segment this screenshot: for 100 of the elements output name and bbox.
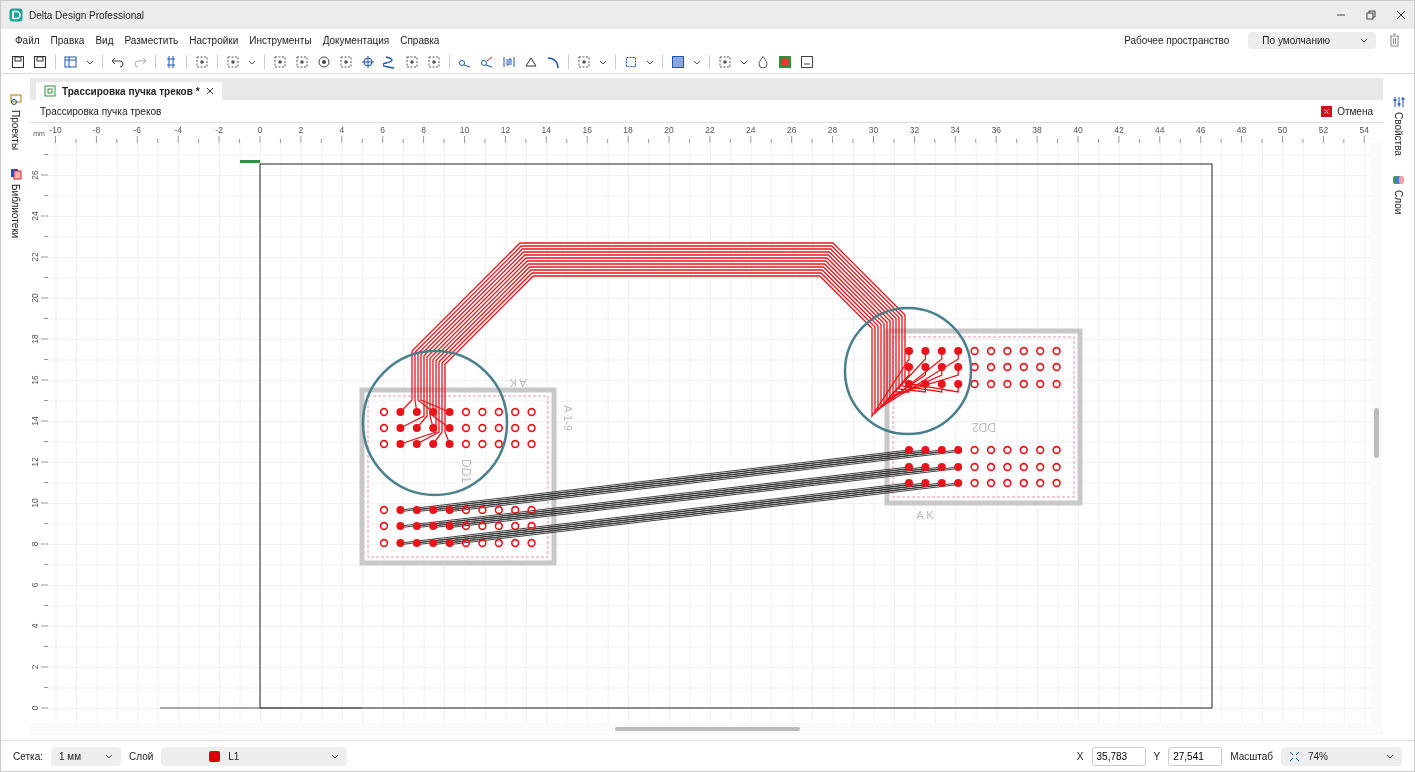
ruler-label: 2 xyxy=(30,664,41,670)
frame-tool-icon[interactable] xyxy=(624,55,638,69)
origin-marker xyxy=(240,160,261,163)
app-logo-icon xyxy=(9,8,23,22)
twist-tool-icon[interactable] xyxy=(383,55,397,69)
ruler-label: -10 xyxy=(49,125,62,135)
layer-color-swatch xyxy=(209,750,221,762)
menu-item[interactable]: Правка xyxy=(50,34,85,46)
y-label: Y xyxy=(1153,750,1161,762)
schematic-icon xyxy=(44,85,57,97)
chevron-down-icon xyxy=(1386,753,1394,759)
ruler-label: 48 xyxy=(1236,125,1247,135)
arc-tool-icon[interactable] xyxy=(546,55,560,69)
ruler-label: 38 xyxy=(1032,125,1042,135)
menu-item[interactable]: Разместить xyxy=(124,34,179,46)
zoom-dropdown[interactable]: 74% xyxy=(1281,746,1402,766)
bus-tool-icon[interactable] xyxy=(164,55,178,69)
caret-icon[interactable] xyxy=(693,59,701,65)
ruler-label: 2 xyxy=(298,125,304,135)
menu-item[interactable]: Настройки xyxy=(189,34,239,46)
caret-icon[interactable] xyxy=(599,59,607,65)
menu-item[interactable]: Документация xyxy=(322,34,390,46)
ruler-label: 0 xyxy=(257,125,263,135)
drop-tool-icon[interactable] xyxy=(756,55,770,69)
close-icon[interactable] xyxy=(205,87,214,95)
ruler-label: 28 xyxy=(827,125,838,135)
ruler-label: 22 xyxy=(30,252,41,262)
sidebar-tab[interactable]: Слои xyxy=(1392,173,1405,215)
delta-tool-icon[interactable] xyxy=(524,55,538,69)
component-label: A K xyxy=(509,377,527,389)
ruler-label: 16 xyxy=(30,375,41,385)
note-tool-icon[interactable] xyxy=(800,55,814,69)
horizontal-scrollbar[interactable] xyxy=(30,723,1384,735)
ruler-label: 12 xyxy=(30,457,41,467)
menu-item[interactable]: Вид xyxy=(95,34,114,46)
ruler-label: 8 xyxy=(421,125,426,135)
vertical-scrollbar[interactable] xyxy=(1371,143,1384,723)
component-label: A K xyxy=(916,509,934,521)
workspace-label: Рабочее пространство xyxy=(1124,34,1230,46)
document-tab[interactable]: Трассировка пучка треков * xyxy=(36,82,222,100)
x-label: X xyxy=(1076,750,1084,762)
caret-icon[interactable] xyxy=(86,59,94,65)
ruler-label: 54 xyxy=(1359,125,1370,135)
ruler-label: -4 xyxy=(174,125,182,135)
sidebar-tab[interactable]: Библиотеки xyxy=(9,168,22,239)
ruler-label: 46 xyxy=(1196,125,1206,135)
caret-icon[interactable] xyxy=(248,59,256,65)
ruler-label: 22 xyxy=(705,125,715,135)
undo-tool-icon[interactable] xyxy=(111,55,125,69)
component-designator: DD2 xyxy=(972,420,997,434)
cancel-button[interactable]: Отмена xyxy=(1321,105,1374,117)
board-tool-icon[interactable] xyxy=(778,55,792,69)
ruler-label: 4 xyxy=(30,623,41,629)
grid-label: Сетка: xyxy=(13,750,43,762)
fit-icon xyxy=(1289,750,1300,762)
ruler-label: 4 xyxy=(339,125,345,135)
hatch-tool-icon[interactable] xyxy=(671,55,685,69)
ruler-label: 34 xyxy=(950,125,961,135)
caret-icon[interactable] xyxy=(646,59,654,65)
route-diff-tool-icon[interactable] xyxy=(480,55,494,69)
layer-dropdown[interactable]: L1 xyxy=(161,746,348,766)
close-icon[interactable] xyxy=(1396,10,1406,20)
ruler-label: 18 xyxy=(30,334,41,344)
projects-icon xyxy=(9,94,22,106)
table-tool-icon[interactable] xyxy=(64,55,78,69)
ruler-label: 36 xyxy=(991,125,1001,135)
menu-item[interactable]: Справка xyxy=(400,34,440,46)
crosshair-tool-icon[interactable] xyxy=(361,55,375,69)
via-tool-icon[interactable] xyxy=(317,55,331,69)
ruler-label: 8 xyxy=(30,541,41,547)
ruler-label: 0 xyxy=(30,705,41,711)
ruler-label: 16 xyxy=(582,125,592,135)
chevron-down-icon xyxy=(104,753,113,759)
ruler-label: 10 xyxy=(30,498,41,508)
ruler-label: 14 xyxy=(541,125,552,135)
ruler-label: 52 xyxy=(1318,125,1329,135)
ruler-label: 20 xyxy=(664,125,674,135)
ruler-label: 30 xyxy=(868,125,879,135)
save-all-tool-icon[interactable] xyxy=(33,55,47,69)
save-tool-icon[interactable] xyxy=(11,55,25,69)
menu-item[interactable]: Инструменты xyxy=(249,34,312,46)
ruler-label: 12 xyxy=(500,125,511,135)
menu-item[interactable]: Файл xyxy=(15,34,40,46)
trash-icon[interactable] xyxy=(1389,33,1400,47)
panel-title: Трассировка пучка треков xyxy=(40,105,162,117)
restore-icon[interactable] xyxy=(1366,10,1376,20)
grid-dropdown[interactable]: 1 мм xyxy=(50,746,121,766)
sidebar-tab[interactable]: Проекты xyxy=(9,94,22,151)
ruler-label: 6 xyxy=(30,582,41,588)
layer-label: Слой xyxy=(128,750,154,762)
ruler-label: 40 xyxy=(1073,125,1083,135)
ruler-label: 50 xyxy=(1277,125,1288,135)
ruler-label: 24 xyxy=(30,211,41,221)
ruler-label: 24 xyxy=(746,125,756,135)
caret-icon[interactable] xyxy=(740,59,748,65)
ruler-label: -6 xyxy=(133,125,142,135)
workspace-dropdown[interactable]: По умолчанию xyxy=(1248,31,1376,49)
y-coordinate-field[interactable]: 27,541 xyxy=(1168,746,1223,766)
x-coordinate-field[interactable]: 35,783 xyxy=(1091,746,1146,766)
sidebar-tab[interactable]: Свойства xyxy=(1392,96,1405,156)
